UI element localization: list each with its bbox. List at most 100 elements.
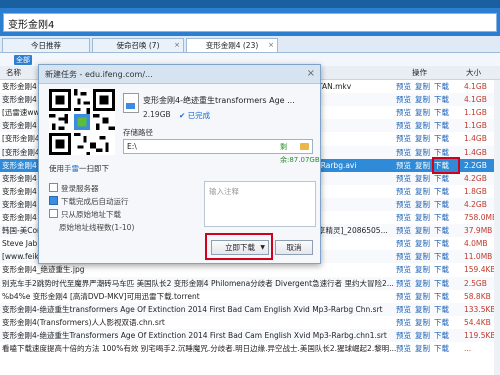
save-path-field[interactable]: E:\ 剩余:87.07GB [123,139,320,164]
download-link[interactable]: 下载 [434,198,449,211]
column-size[interactable]: 大小 [466,66,481,79]
table-row[interactable]: 变形金刚4(Transformers)人人影视双语.chn.srt 预览 复制 下载 5… [0,316,500,329]
path-label: 存储路径 [123,128,153,137]
preview-link[interactable]: 预览 [396,342,411,355]
preview-link[interactable]: 预览 [396,290,411,303]
preview-link[interactable]: 预览 [396,159,411,172]
preview-link[interactable]: 预览 [396,172,411,185]
download-link[interactable]: 下载 [434,93,449,106]
download-link[interactable]: 下载 [434,132,449,145]
scrollbar[interactable] [494,80,500,375]
copy-link[interactable]: 复制 [415,172,430,185]
copy-link[interactable]: 复制 [415,237,430,250]
copy-link[interactable]: 复制 [415,146,430,159]
table-row[interactable]: 变形金刚4-绝迹重生Transformers Age Of Extinction… [0,328,500,342]
column-name[interactable]: 名称 [6,66,21,79]
row-file-size: 119.5KB [464,330,496,340]
close-icon[interactable]: × [268,39,274,52]
preview-link[interactable]: 预览 [396,263,411,276]
tab-today[interactable]: 今日推荐 [2,38,90,52]
copy-link[interactable]: 复制 [415,263,430,276]
checkbox-checked-icon[interactable] [49,196,58,205]
table-row[interactable]: 别克车手2跳势时代至魔界严潮砖马车匹 美国队长2 变形金刚4 Philomena… [0,276,500,290]
preview-link[interactable]: 预览 [396,132,411,145]
preview-link[interactable]: 预览 [396,237,411,250]
preview-link[interactable]: 预览 [396,185,411,198]
copy-link[interactable]: 复制 [415,198,430,211]
copy-link[interactable]: 复制 [415,329,430,342]
copy-link[interactable]: 复制 [415,316,430,329]
copy-link[interactable]: 复制 [415,93,430,106]
row-file-name: 变形金刚4(Transformers)人人影视双语.chn.srt [2,317,165,327]
tab-call-of-duty[interactable]: 使命召唤 (7) × [92,38,184,52]
download-link[interactable]: 下载 [434,224,449,237]
option-origin-only[interactable]: 只从原始地址下载 [49,209,121,220]
checkbox-icon[interactable] [49,183,58,192]
preview-link[interactable]: 预览 [396,146,411,159]
download-link[interactable]: 下载 [434,290,449,303]
column-ops: 操作 [412,68,427,77]
preview-link[interactable]: 预览 [396,316,411,329]
preview-link[interactable]: 预览 [396,80,411,93]
download-link[interactable]: 下载 [434,250,449,263]
row-file-size: 1.1GB [464,121,487,131]
download-link[interactable]: 下载 [434,342,449,355]
copy-link[interactable]: 复制 [415,106,430,119]
table-row[interactable]: 变形金刚4_绝迹重生.jpg 预览 复制 下载 159.4KB [0,263,500,276]
download-link[interactable]: 下载 [434,263,449,276]
close-icon[interactable]: × [307,68,315,79]
table-row[interactable]: %b4%e 变形金刚4 [高清DVD-MKV]可用迅雷下载.torrent 预览复… [0,290,500,303]
download-link[interactable]: 下载 [434,106,449,119]
cancel-button[interactable]: 取消 [275,240,313,255]
download-button-highlight [205,233,273,260]
copy-link[interactable]: 复制 [415,224,430,237]
file-name: 变形金刚4-绝迹重生transformers Age ... [143,96,295,105]
preview-link[interactable]: 预览 [396,329,411,342]
download-link[interactable]: 下载 [434,277,449,290]
copy-link[interactable]: 复制 [415,132,430,145]
preview-link[interactable]: 预览 [396,211,411,224]
copy-link[interactable]: 复制 [415,80,430,93]
preview-link[interactable]: 预览 [396,106,411,119]
row-file-size: 4.1GB [464,82,487,91]
close-icon[interactable]: × [174,39,180,52]
folder-icon[interactable] [300,143,309,150]
copy-link[interactable]: 复制 [415,211,430,224]
download-link[interactable]: 下载 [434,237,449,250]
copy-link[interactable]: 复制 [415,119,430,132]
copy-link[interactable]: 复制 [415,290,430,303]
download-link[interactable]: 下载 [434,303,449,316]
preview-link[interactable]: 预览 [396,277,411,290]
note-input[interactable]: 输入注释 [204,181,316,227]
option-auto-run[interactable]: 下载完成后自动运行 [49,196,129,207]
download-link[interactable]: 下载 [434,211,449,224]
copy-link[interactable]: 复制 [415,303,430,316]
row-file-name-tail: 享精灵]_2086505... [318,226,388,236]
option-login-server[interactable]: 登录服务器 [49,183,99,194]
search-input[interactable]: 变形金刚4 [3,13,497,32]
preview-link[interactable]: 预览 [396,224,411,237]
preview-link[interactable]: 预览 [396,119,411,132]
preview-link[interactable]: 预览 [396,250,411,263]
copy-link[interactable]: 复制 [415,159,430,172]
filter-all[interactable]: 全部 [14,55,32,65]
table-row[interactable]: 看嗑下载速度提高十倍的方法 100%有效 别宅喝手2.沉睡魔咒.分歧者.明日边缘… [0,342,500,355]
copy-link[interactable]: 复制 [415,185,430,198]
download-link[interactable]: 下载 [434,329,449,342]
tab-transformers[interactable]: 变形金刚4 (23) × [186,38,278,52]
copy-link[interactable]: 复制 [415,342,430,355]
preview-link[interactable]: 预览 [396,198,411,211]
download-link[interactable]: 下载 [434,119,449,132]
option-thread-count[interactable]: 原始地址线程数(1-10) [49,222,134,233]
download-link[interactable]: 下载 [434,80,449,93]
copy-link[interactable]: 复制 [415,277,430,290]
preview-link[interactable]: 预览 [396,93,411,106]
qr-app-link[interactable]: 手雷 [64,164,79,173]
table-row[interactable]: 变形金刚4-绝迹重生transformers Age Of Extinction… [0,302,500,316]
qr-caption: 使用手雷一扫即下 [49,163,109,174]
checkbox-icon[interactable] [49,209,58,218]
preview-link[interactable]: 预览 [396,303,411,316]
copy-link[interactable]: 复制 [415,250,430,263]
download-link[interactable]: 下载 [434,185,449,198]
download-link[interactable]: 下载 [434,316,449,329]
